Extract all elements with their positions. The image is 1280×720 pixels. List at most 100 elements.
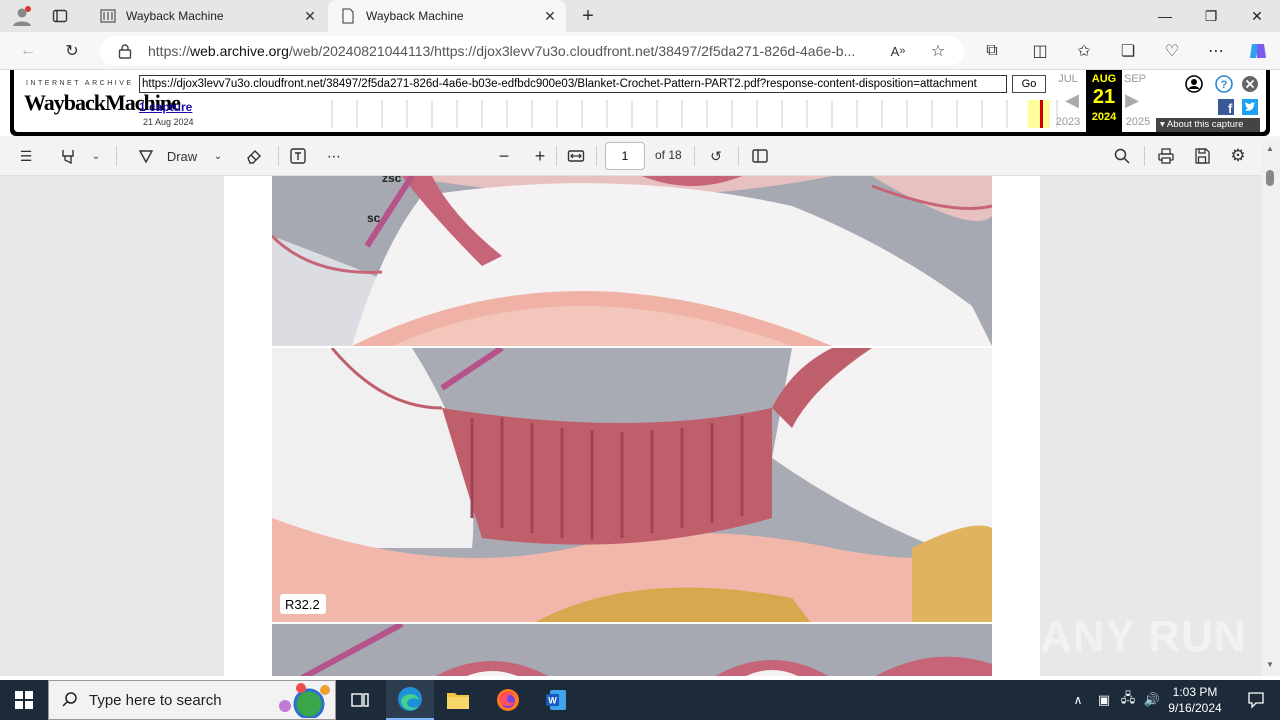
toolbar-divider (116, 146, 117, 166)
scrollbar-thumb[interactable] (1266, 170, 1274, 186)
clock-time: 1:03 PM (1172, 685, 1218, 699)
current-capture-date: AUG 21 2024 (1086, 70, 1122, 132)
page-view-icon[interactable] (750, 146, 770, 166)
restore-button[interactable]: ❐ (1188, 0, 1234, 32)
prev-capture-arrow-icon[interactable]: ◀ (1060, 88, 1084, 112)
next-capture-arrow-icon[interactable]: ▶ (1120, 88, 1144, 112)
file-explorer-icon[interactable] (434, 680, 482, 720)
close-toolbar-icon[interactable] (1238, 72, 1262, 96)
go-button[interactable]: Go (1012, 75, 1046, 93)
notifications-icon[interactable] (1232, 680, 1280, 720)
task-view-icon[interactable] (336, 680, 384, 720)
eraser-icon[interactable] (244, 146, 264, 166)
new-tab-button[interactable]: + (576, 4, 600, 28)
network-icon[interactable]: 🖧 (1116, 680, 1140, 720)
next-month-label: SEP (1123, 73, 1146, 85)
taskbar-clock[interactable]: 1:03 PM 9/16/2024 (1160, 684, 1230, 716)
page-number-input[interactable] (605, 142, 645, 170)
browser-essentials-icon[interactable]: ♡ (1160, 39, 1184, 63)
highlight-icon[interactable] (58, 146, 78, 166)
tab-title: Wayback Machine (366, 9, 464, 23)
crochet-photo-1: zsc sc (272, 176, 992, 346)
draw-options-chevron-down-icon[interactable]: ⌄ (208, 146, 228, 166)
vertical-scrollbar[interactable]: ▲ ▼ (1262, 140, 1280, 676)
close-window-button[interactable]: ✕ (1234, 0, 1280, 32)
search-icon[interactable] (1112, 146, 1132, 166)
draw-icon[interactable] (136, 146, 156, 166)
crochet-photo-2: R32.2 (272, 346, 992, 622)
prev-month-label: JUL (1058, 73, 1078, 85)
print-icon[interactable] (1156, 146, 1176, 166)
settings-gear-icon[interactable]: ⚙ (1228, 146, 1248, 166)
twitter-icon[interactable] (1238, 95, 1262, 119)
split-screen-icon[interactable]: ◫ (1028, 39, 1052, 63)
add-text-icon[interactable] (288, 146, 308, 166)
stitch-label-sc: sc (367, 211, 381, 225)
save-icon[interactable] (1192, 146, 1212, 166)
toolbar-divider (1144, 146, 1145, 166)
meet-now-icon[interactable]: ▣ (1092, 680, 1116, 720)
start-button[interactable] (0, 680, 48, 720)
zoom-out-icon[interactable]: − (494, 146, 514, 166)
tab-wayback-1[interactable]: Wayback Machine ✕ (88, 0, 326, 32)
user-icon[interactable] (1182, 72, 1206, 96)
rotate-icon[interactable]: ↺ (706, 146, 726, 166)
refresh-icon[interactable]: ↻ (60, 39, 84, 63)
zoom-in-icon[interactable]: + (530, 146, 550, 166)
help-icon[interactable]: ? (1212, 72, 1236, 96)
taskbar-search-box[interactable]: Type here to search (48, 680, 336, 720)
svg-text:W: W (548, 696, 557, 706)
highlight-options-chevron-down-icon[interactable]: ⌄ (86, 146, 106, 166)
facebook-icon[interactable]: f (1214, 95, 1238, 119)
search-icon (62, 692, 77, 707)
about-capture-button[interactable]: ▾ About this capture (1156, 118, 1260, 132)
pdf-viewport[interactable]: zsc sc R32.2 (0, 176, 1262, 676)
close-tab-icon[interactable]: ✕ (302, 8, 318, 24)
round-caption: R32.2 (285, 597, 320, 612)
copilot-icon[interactable] (1246, 39, 1270, 63)
extensions-icon[interactable]: ⧉ (980, 39, 1004, 63)
toolbar-divider (738, 146, 739, 166)
pdf-toolbar: ☰ ⌄ Draw ⌄ ⋯ − + of 18 ↺ ⚙ (0, 136, 1280, 176)
minimize-button[interactable]: — (1142, 0, 1188, 32)
toolbar-divider (278, 146, 279, 166)
more-menu-icon[interactable]: ⋯ (1204, 39, 1228, 63)
tab-strip: Wayback Machine ✕ Wayback Machine ✕ + — … (0, 0, 1280, 32)
favorite-star-icon[interactable]: ☆ (926, 39, 950, 63)
read-aloud-icon[interactable]: A» (886, 39, 910, 63)
tab-wayback-2[interactable]: Wayback Machine ✕ (328, 0, 566, 32)
scroll-down-arrow-icon[interactable]: ▼ (1266, 660, 1274, 669)
more-tools-icon[interactable]: ⋯ (324, 146, 344, 166)
back-icon[interactable]: ← (16, 39, 40, 63)
table-of-contents-icon[interactable]: ☰ (16, 146, 36, 166)
svg-text:f: f (1228, 101, 1233, 115)
address-bar[interactable]: https://web.archive.org/web/202408210441… (100, 36, 964, 66)
draw-label[interactable]: Draw (162, 146, 202, 166)
svg-text:?: ? (1221, 79, 1228, 91)
address-text: https://web.archive.org/web/202408210441… (148, 43, 856, 59)
collections-icon[interactable]: ❏ (1116, 39, 1140, 63)
capture-sparkline[interactable] (320, 100, 1060, 128)
prev-year-label: 2023 (1055, 116, 1081, 128)
scroll-up-arrow-icon[interactable]: ▲ (1266, 144, 1274, 153)
word-app-icon[interactable]: W (532, 680, 580, 720)
wayback-url-input[interactable] (139, 75, 1007, 93)
toolbar-divider (556, 146, 557, 166)
document-icon (342, 8, 354, 24)
firefox-icon[interactable] (484, 680, 532, 720)
show-hidden-icons-chevron-icon[interactable]: ∧ (1066, 680, 1090, 720)
wayback-toolbar: INTERNET ARCHIVE WaybackMachine Go 1 cap… (10, 70, 1270, 136)
page-total-label: of 18 (655, 148, 682, 162)
edge-app-icon[interactable] (386, 680, 434, 720)
tab-actions-icon[interactable] (48, 4, 72, 28)
captures-link[interactable]: 1 capture (139, 100, 192, 114)
close-tab-icon[interactable]: ✕ (542, 8, 558, 24)
profile-icon[interactable] (10, 4, 34, 28)
favorites-icon[interactable]: ✩ (1072, 39, 1096, 63)
toolbar-divider (694, 146, 695, 166)
internet-archive-label: INTERNET ARCHIVE (26, 80, 134, 87)
navigation-bar: ← ↻ https://web.archive.org/web/20240821… (0, 32, 1280, 70)
tab-title: Wayback Machine (126, 9, 224, 23)
lock-icon (118, 44, 132, 59)
fit-width-icon[interactable] (566, 146, 586, 166)
